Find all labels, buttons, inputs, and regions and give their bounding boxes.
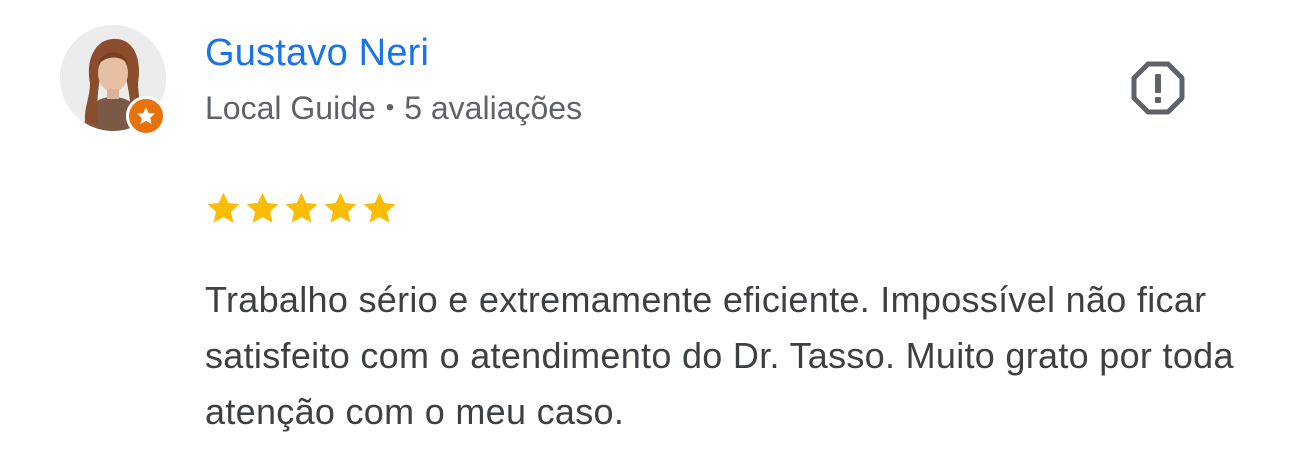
report-review-button[interactable] — [1128, 58, 1188, 118]
meta-separator: • — [385, 94, 395, 121]
reviewer-name[interactable]: Gustavo Neri — [205, 30, 429, 76]
reviewer-avatar-container[interactable] — [60, 25, 168, 136]
report-flag-icon — [1131, 61, 1185, 115]
star-icon — [324, 192, 357, 223]
star-rating — [205, 190, 398, 227]
star-icon — [207, 192, 240, 223]
reviewer-meta: Local Guide • 5 avaliações — [205, 88, 582, 128]
local-guide-star-icon — [137, 107, 155, 124]
star-icon — [363, 192, 396, 223]
local-guide-label: Local Guide — [205, 90, 376, 126]
local-guide-badge — [126, 96, 166, 136]
review-count: 5 avaliações — [404, 90, 583, 126]
review-card: Gustavo Neri Local Guide • 5 avaliações … — [0, 0, 1290, 476]
star-icon — [285, 192, 318, 223]
star-icon — [246, 192, 279, 223]
review-text: Trabalho sério e extremamente eficiente.… — [205, 279, 1234, 432]
